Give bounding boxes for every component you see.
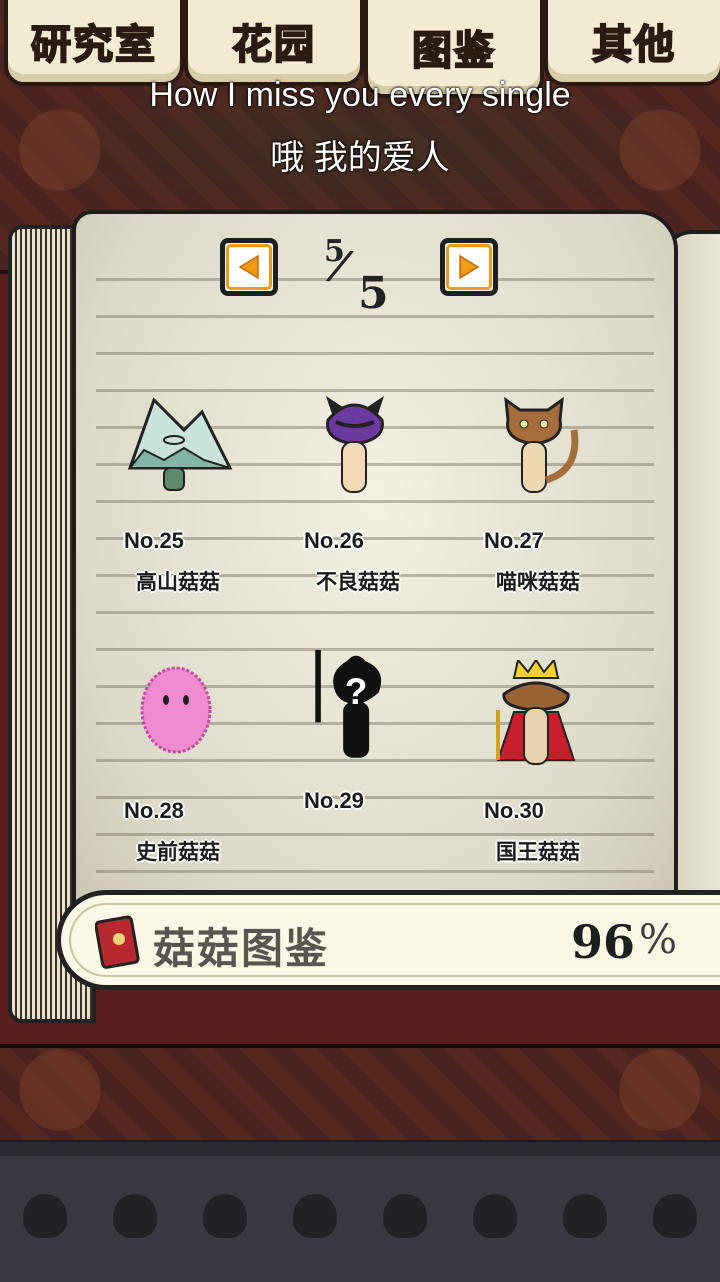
collection-progress-bar: 菇菇图鉴 96 % — [56, 890, 720, 990]
collection-percent-sign: % — [638, 917, 677, 963]
page-indicator: 5 ⁄ 5 — [318, 234, 398, 324]
entry-number: No.29 — [304, 788, 364, 813]
entry-number: No.30 — [484, 798, 544, 823]
prev-page-button[interactable] — [220, 238, 278, 296]
entry-name: 不良菇菇 — [316, 570, 400, 594]
cat-mushroom-icon — [504, 396, 579, 493]
subtitle-line-2: 哦 我的爱人 — [270, 139, 450, 177]
red-book-icon — [95, 915, 140, 969]
tab-other-label: 其他 — [591, 21, 676, 69]
entry-name: 喵咪菇菇 — [496, 570, 580, 594]
next-page-button[interactable] — [440, 238, 498, 296]
tab-lab[interactable]: 研究室 — [4, 0, 184, 86]
collection-percent: 96 — [570, 915, 635, 969]
tab-garden-label: 花园 — [231, 21, 316, 69]
entry-name: 史前菇菇 — [136, 840, 220, 864]
entry-card[interactable]: No.30 国王菇菇 — [484, 660, 644, 864]
entry-card[interactable]: No.28 史前菇菇 — [124, 660, 284, 864]
entry-number: No.28 — [124, 798, 184, 823]
entry-number: No.26 — [304, 528, 364, 553]
entry-card[interactable]: No.26 不良菇菇 — [304, 390, 464, 594]
entry-card[interactable]: No.25 高山菇菇 — [124, 390, 284, 594]
subtitle-line-1: How I miss you every single — [149, 76, 571, 114]
arrow-right-icon — [459, 254, 480, 280]
tab-encyclopedia-label: 图鉴 — [411, 27, 496, 75]
floor-pattern — [0, 1176, 720, 1256]
entry-name: 国王菇菇 — [496, 840, 580, 864]
king-mushroom-icon — [496, 660, 576, 765]
entry-card[interactable]: ? No.29 — [304, 650, 464, 850]
unknown-silhouette-icon: ? — [315, 650, 382, 758]
entry-name: 高山菇菇 — [136, 570, 220, 594]
arrow-left-icon — [238, 254, 259, 280]
floor-strip — [0, 1140, 720, 1282]
tab-other[interactable]: 其他 — [544, 0, 720, 86]
delinquent-mushroom-icon — [326, 396, 384, 493]
tab-garden[interactable]: 花园 — [184, 0, 364, 86]
tab-lab-label: 研究室 — [30, 21, 157, 69]
entry-card[interactable]: No.27 喵咪菇菇 — [484, 390, 644, 594]
svg-text:?: ? — [345, 670, 368, 712]
prehistoric-mushroom-icon — [140, 666, 212, 754]
page-total: 5 — [358, 268, 389, 319]
mountain-mushroom-icon — [127, 397, 233, 491]
collection-label: 菇菇图鉴 — [153, 924, 330, 973]
entry-number: No.25 — [124, 528, 184, 553]
entry-number: No.27 — [484, 528, 544, 553]
